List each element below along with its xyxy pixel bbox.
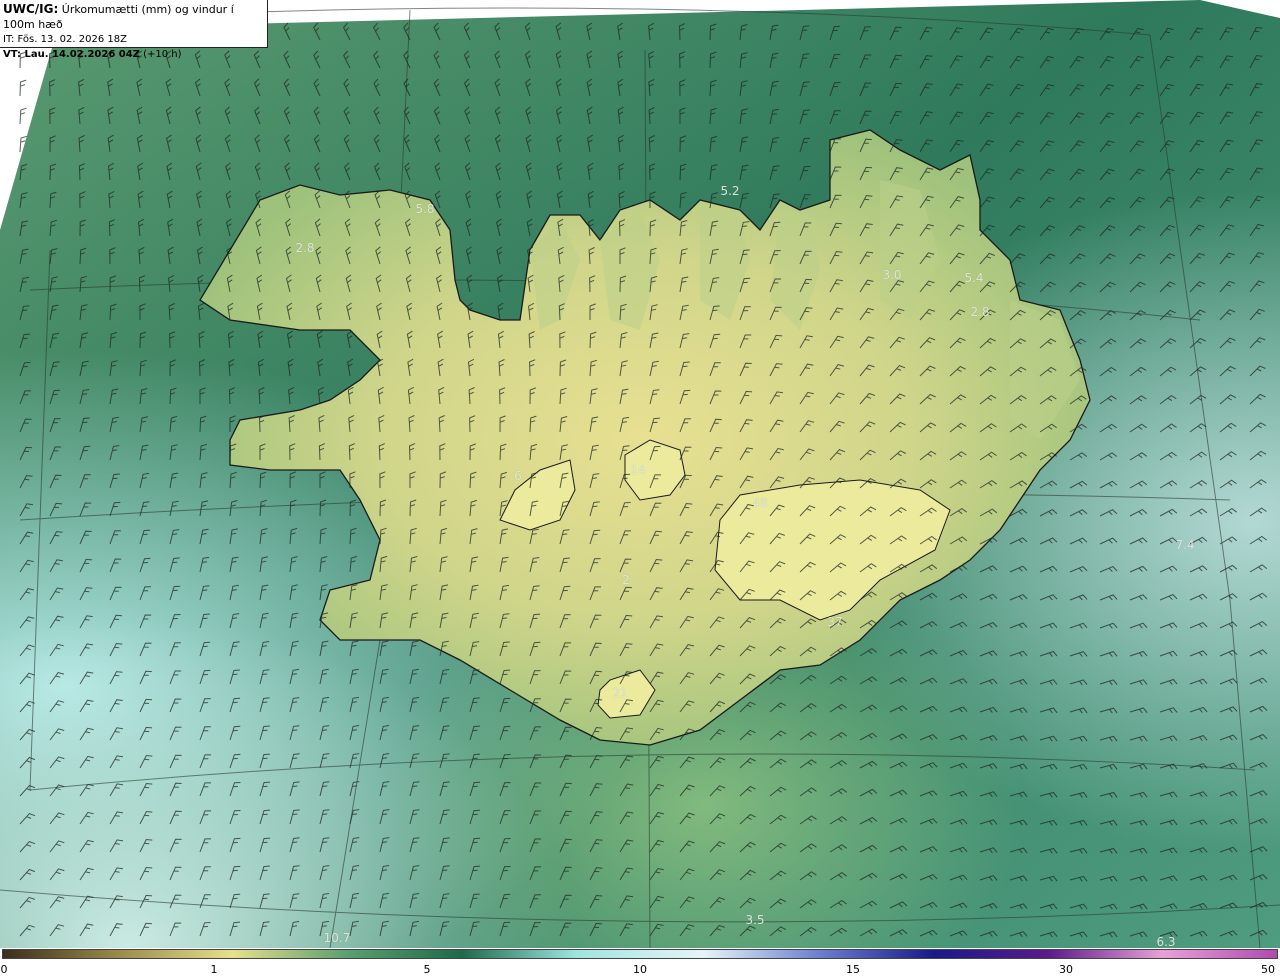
valid-time: VT: Lau. 14.02.2026 04Z xyxy=(3,49,140,60)
colorbar-tick-50: 50 xyxy=(1261,963,1275,976)
value-label-w2: 2.8 xyxy=(295,241,315,255)
value-label-n1: 5.2 xyxy=(720,184,740,198)
lead-time: (+10 h) xyxy=(143,49,182,60)
value-label-b2: 10.7 xyxy=(323,931,351,945)
value-label-ne1: 3.0 xyxy=(882,268,902,282)
colorbar-tick-15: 15 xyxy=(846,963,860,976)
value-label-b1: 3.5 xyxy=(745,913,765,927)
value-label-ne3: 2.8 xyxy=(970,305,990,319)
colorbar-tick-30: 30 xyxy=(1059,963,1073,976)
colorbar-strip xyxy=(2,949,1278,959)
header-info-box: UWC/IG: Úrkomumætti (mm) og vindur í 100… xyxy=(0,0,268,60)
init-time: IT: Fös. 13. 02. 2026 18Z xyxy=(3,34,127,45)
colorbar-tick-5: 5 xyxy=(423,963,431,976)
map-area: UWC/IG: Úrkomumætti (mm) og vindur í 100… xyxy=(0,0,1280,948)
colorbar-tick-10: 10 xyxy=(633,963,647,976)
value-label-c2: 6 xyxy=(514,469,522,483)
value-label-s1: 21 xyxy=(612,686,628,700)
header-title-line: UWC/IG: Úrkomumætti (mm) og vindur í 100… xyxy=(3,2,267,32)
value-label-c3: 48 xyxy=(752,496,768,510)
colorbar-tick-0: 0 xyxy=(0,963,8,976)
product-label: UWC/IG: xyxy=(3,2,59,16)
value-label-w1: 5.8 xyxy=(415,202,435,216)
value-label-se1: 37 xyxy=(827,615,843,629)
value-label-c1: 14 xyxy=(630,463,646,477)
value-label-c4: 2 xyxy=(622,573,630,587)
valid-time-line: VT: Lau. 14.02.2026 04Z (+10 h) xyxy=(3,47,267,62)
value-label-e1: 7.4 xyxy=(1175,538,1195,552)
colorbar: 0 1 5 10 15 30 50 xyxy=(0,948,1280,978)
value-label-b3: 6.3 xyxy=(1156,935,1176,948)
colorbar-tick-1: 1 xyxy=(210,963,218,976)
value-label-ne2: 5.4 xyxy=(964,271,984,285)
